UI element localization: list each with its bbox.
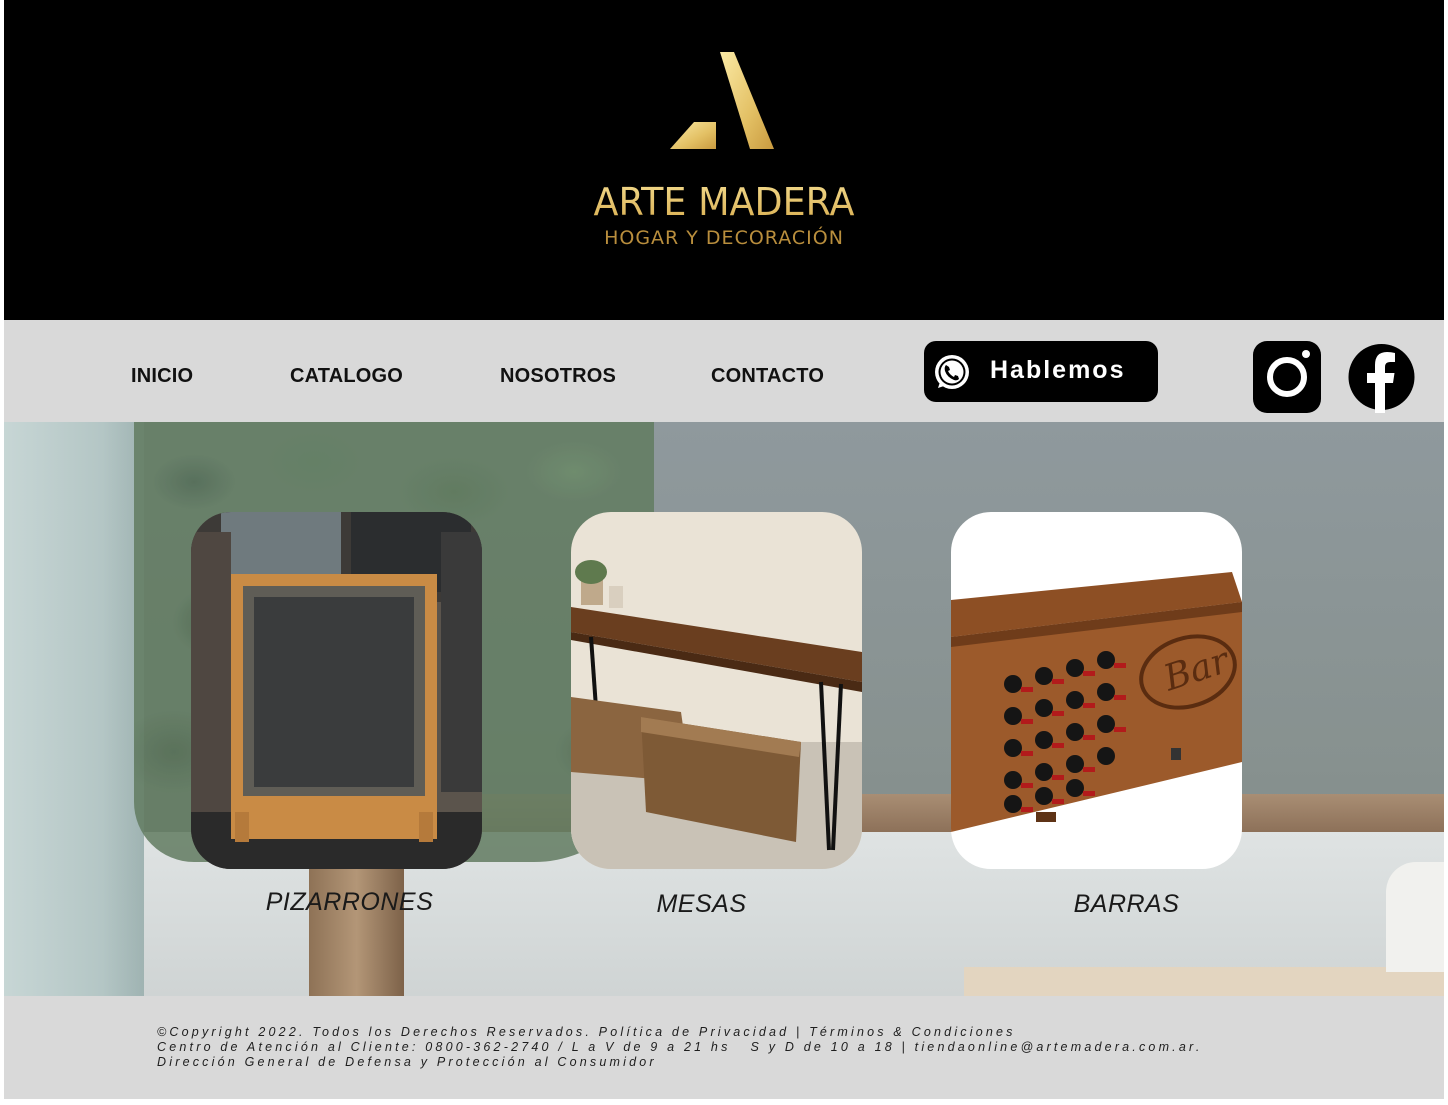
wooden-bar-image: Bar <box>951 512 1242 869</box>
nav-item-catalogo[interactable]: CATALOGO <box>290 365 403 388</box>
whatsapp-hablemos-button[interactable]: Hablemos <box>924 341 1158 402</box>
brand-tagline: HOGAR Y DECORACIÓN <box>604 227 844 249</box>
brand-logo-icon[interactable] <box>670 50 774 150</box>
hero-background <box>4 422 144 996</box>
hero-section: Bar PIZARRONES MESAS BARRAS <box>4 422 1444 996</box>
hero-chair <box>1386 862 1444 972</box>
hero-tree-trunk <box>309 852 404 996</box>
chalkboard-image <box>191 512 482 869</box>
facebook-icon[interactable] <box>1348 341 1415 413</box>
footer-customer-service: Centro de Atención al Cliente: 0800-362-… <box>157 1040 1203 1054</box>
instagram-icon[interactable] <box>1253 341 1321 413</box>
main-nav: INICIO CATALOGO NOSOTROS CONTACTO Hablem… <box>4 320 1444 422</box>
footer: ©Copyright 2022. Todos los Derechos Rese… <box>4 996 1444 1099</box>
nav-item-nosotros[interactable]: NOSOTROS <box>500 365 616 388</box>
category-card-mesas[interactable] <box>571 512 862 869</box>
footer-legal-text: ©Copyright 2022. Todos los Derechos Rese… <box>157 1025 1203 1070</box>
page: ARTE MADERA HOGAR Y DECORACIÓN INICIO CA… <box>4 0 1444 1099</box>
category-card-barras[interactable]: Bar <box>951 512 1242 869</box>
category-label-mesas[interactable]: MESAS <box>556 890 847 919</box>
nav-item-contacto[interactable]: CONTACTO <box>711 365 824 388</box>
brand-name: ARTE MADERA <box>33 180 1415 224</box>
hero-table <box>964 967 1444 996</box>
footer-consumer-protection-link[interactable]: Dirección General de Defensa y Protecció… <box>157 1055 657 1069</box>
header: ARTE MADERA HOGAR Y DECORACIÓN <box>4 0 1444 320</box>
category-card-pizarrones[interactable] <box>191 512 482 869</box>
whatsapp-icon <box>935 355 969 389</box>
category-label-barras[interactable]: BARRAS <box>981 890 1272 919</box>
whatsapp-button-label: Hablemos <box>990 356 1126 384</box>
footer-copyright: ©Copyright 2022. Todos los Derechos Rese… <box>157 1025 1016 1039</box>
category-label-pizarrones[interactable]: PIZARRONES <box>204 888 495 917</box>
console-table-image <box>571 512 862 869</box>
nav-item-inicio[interactable]: INICIO <box>131 365 193 388</box>
